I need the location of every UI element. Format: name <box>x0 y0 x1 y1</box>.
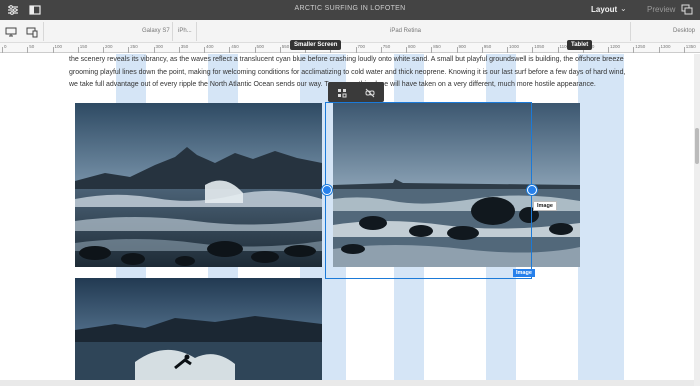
ruler-tick-label: 700 <box>357 44 366 49</box>
ruler-tick <box>2 47 3 53</box>
component-type-tag: Image <box>513 269 535 277</box>
ruler-tick-label: 450 <box>231 44 239 49</box>
layout-mode-button[interactable]: Layout <box>591 5 617 14</box>
ruler-tick-label: 550 <box>281 44 290 49</box>
ruler-tick-label: 150 <box>79 44 88 49</box>
ruler-tick-label: 0 <box>4 44 7 49</box>
ruler-tick-label: 350 <box>180 44 189 49</box>
ruler-tick <box>178 47 180 53</box>
ruler-tick <box>77 47 79 53</box>
ruler-tick <box>633 47 635 53</box>
device-galaxy-s7[interactable]: Galaxy S7 <box>142 28 170 34</box>
ruler-tick <box>380 47 382 53</box>
preview-mode-button[interactable]: Preview <box>647 5 675 14</box>
ruler-tick <box>204 47 205 53</box>
ruler-tick-label: 850 <box>433 44 441 49</box>
divider <box>196 22 197 41</box>
selected-component-frame[interactable] <box>325 102 532 279</box>
app-header: ARCTIC SURFING IN LOFOTEN Layout ⌄ Previ… <box>0 0 700 20</box>
ruler-tick-label: 300 <box>155 44 164 49</box>
layout-grid-column <box>578 54 624 386</box>
ruler-tick <box>557 47 559 53</box>
ruler-tick <box>532 47 534 53</box>
page-canvas: the scenery reveals its vibrancy, as the… <box>0 54 700 386</box>
emulator-icon[interactable] <box>26 25 38 38</box>
ruler-tick-label: 500 <box>256 44 265 49</box>
surfer-wave-photo[interactable] <box>75 278 322 386</box>
ruler-tick <box>27 47 29 53</box>
ruler-tick <box>608 47 609 53</box>
width-ruler[interactable]: 0501001502002503003504004505005506006507… <box>0 43 700 53</box>
device-ipad-retina[interactable]: iPad Retina <box>390 28 421 34</box>
component-tooltip: Image <box>533 201 557 211</box>
ruler-tick <box>431 47 433 53</box>
layout-grid-icon[interactable] <box>336 86 348 98</box>
emulator-toolbar: Galaxy S7 iPh... iPad Retina Desktop <box>0 20 700 43</box>
desktop-icon[interactable] <box>5 25 17 37</box>
ruler-tick <box>481 47 483 53</box>
surf-mountains-photo[interactable] <box>75 103 322 267</box>
ruler-tick-label: 950 <box>483 44 492 49</box>
ruler-tick <box>128 47 130 53</box>
ruler-tick-label: 50 <box>29 44 35 49</box>
ruler-tick-label: 1350 <box>685 44 696 49</box>
ruler-tick-label: 800 <box>408 44 416 49</box>
ruler-tick <box>153 47 155 53</box>
ruler-tick <box>254 47 256 53</box>
device-desktop[interactable]: Desktop <box>673 28 695 34</box>
ruler-tick <box>683 47 685 53</box>
ruler-tick <box>229 47 231 53</box>
chevron-down-icon[interactable]: ⌄ <box>620 4 627 13</box>
ruler-tick <box>103 47 104 53</box>
divider <box>630 22 631 41</box>
breakpoint-smaller-screen[interactable]: Smaller Screen <box>290 40 342 50</box>
ruler-tick <box>507 47 508 53</box>
device-iphone[interactable]: iPh... <box>178 28 192 34</box>
ruler-tick-label: 1300 <box>660 44 671 49</box>
ruler-tick-label: 1250 <box>635 44 646 49</box>
divider <box>43 22 44 41</box>
scrollbar-thumb[interactable] <box>695 128 699 164</box>
ruler-tick-label: 1000 <box>509 44 520 49</box>
breakpoint-tablet[interactable]: Tablet <box>567 40 593 50</box>
ruler-tick-label: 100 <box>54 44 63 49</box>
ruler-tick <box>52 47 54 53</box>
ruler-tick-label: 200 <box>105 44 113 49</box>
bottom-bar <box>0 380 694 386</box>
ruler-tick-label: 1050 <box>534 44 545 49</box>
ruler-tick <box>406 47 407 53</box>
ruler-tick-label: 900 <box>458 44 467 49</box>
annotations-icon[interactable] <box>681 3 693 15</box>
vertical-scrollbar[interactable] <box>694 54 700 386</box>
ruler-tick-label: 400 <box>206 44 214 49</box>
resize-handle-left[interactable] <box>322 185 332 195</box>
component-edit-toolbar <box>328 82 384 102</box>
unlink-icon[interactable] <box>364 86 376 98</box>
ruler-tick <box>355 47 357 53</box>
ruler-tick <box>279 47 281 53</box>
ruler-tick <box>456 47 458 53</box>
ruler-tick-label: 250 <box>130 44 138 49</box>
resize-handle-right[interactable] <box>527 185 537 195</box>
ruler-tick-label: 1200 <box>610 44 621 49</box>
divider <box>172 22 173 41</box>
ruler-tick-label: 750 <box>382 44 391 49</box>
ruler-tick <box>658 47 660 53</box>
